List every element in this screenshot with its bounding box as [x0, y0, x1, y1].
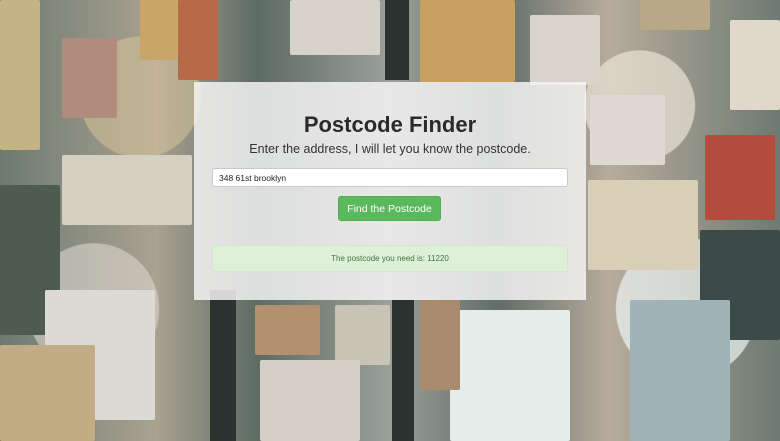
building-shape: [590, 95, 665, 165]
building-shape: [420, 300, 460, 390]
building-shape: [335, 305, 390, 365]
street-shape: [385, 0, 409, 80]
building-shape: [0, 345, 95, 441]
building-shape: [630, 300, 730, 441]
building-shape: [178, 0, 218, 80]
building-shape: [705, 135, 775, 220]
building-shape: [530, 15, 600, 85]
postcode-result-text: The postcode you need is: 11220: [331, 254, 449, 263]
street-shape: [210, 290, 236, 441]
building-shape: [730, 20, 780, 110]
building-shape: [420, 0, 515, 82]
postcode-finder-panel: Postcode Finder Enter the address, I wil…: [194, 82, 586, 300]
building-shape: [0, 0, 40, 150]
postcode-result-alert: The postcode you need is: 11220: [212, 245, 568, 272]
building-shape: [450, 310, 570, 441]
building-shape: [260, 360, 360, 441]
street-shape: [392, 300, 414, 441]
building-shape: [588, 180, 698, 270]
building-shape: [640, 0, 710, 30]
building-shape: [255, 305, 320, 355]
building-shape: [62, 155, 192, 225]
building-shape: [62, 38, 117, 118]
address-input[interactable]: [212, 168, 568, 187]
find-postcode-button[interactable]: Find the Postcode: [338, 196, 441, 221]
page-subtitle: Enter the address, I will let you know t…: [249, 142, 531, 156]
page-title: Postcode Finder: [303, 112, 477, 137]
building-shape: [290, 0, 380, 55]
